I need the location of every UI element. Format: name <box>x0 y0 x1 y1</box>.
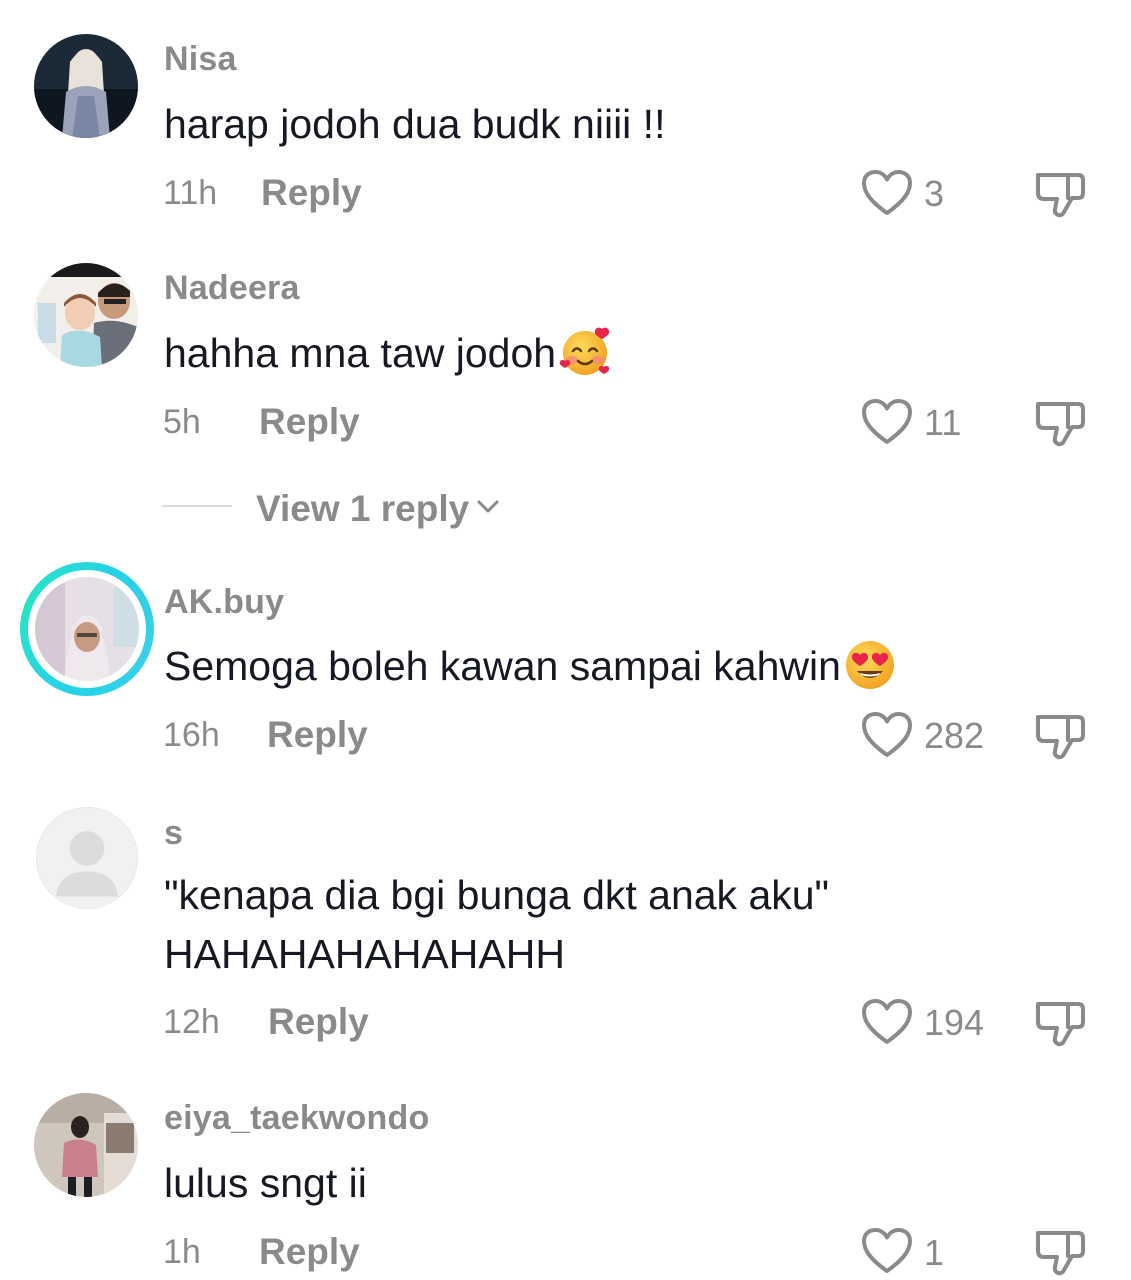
comment-username[interactable]: Nisa <box>164 40 237 79</box>
replies-divider <box>162 505 232 507</box>
comment-time: 1h <box>163 1233 201 1271</box>
comment-text-line1: "kenapa dia bgi bunga dkt anak aku" <box>164 872 830 918</box>
thumbs-down-icon[interactable] <box>1032 1224 1088 1280</box>
heart-outline-icon[interactable] <box>860 397 914 447</box>
avatar[interactable] <box>34 34 138 138</box>
reply-button[interactable]: Reply <box>259 401 360 443</box>
reply-button[interactable]: Reply <box>259 1231 360 1273</box>
view-replies-label: View 1 reply <box>256 488 470 529</box>
comment-text-line2: HAHAHAHAHAHAHH <box>164 931 565 977</box>
comment-username[interactable]: AK.buy <box>164 583 284 622</box>
like-count: 194 <box>924 1002 985 1043</box>
heart-eyes-icon <box>843 638 897 692</box>
comment-text-content: Semoga boleh kawan sampai kahwin <box>164 643 841 689</box>
comment-username[interactable]: s <box>164 814 183 853</box>
comment-time: 12h <box>163 1003 220 1041</box>
heart-outline-icon[interactable] <box>860 168 914 218</box>
story-ring[interactable] <box>20 562 154 696</box>
view-replies-button[interactable]: View 1 reply <box>256 484 501 530</box>
comment-text-content: hahha mna taw jodoh <box>164 330 557 376</box>
chevron-down-icon <box>475 484 501 513</box>
heart-outline-icon[interactable] <box>860 710 914 760</box>
default-avatar[interactable] <box>36 807 138 909</box>
comment-time: 11h <box>163 174 218 212</box>
thumbs-down-icon[interactable] <box>1032 995 1088 1051</box>
comments-list: Nisa harap jodoh dua budk niiii !! 11h R… <box>0 0 1131 1280</box>
heart-outline-icon[interactable] <box>860 997 914 1047</box>
thumbs-down-icon[interactable] <box>1032 708 1088 764</box>
heart-outline-icon[interactable] <box>860 1226 914 1276</box>
reply-button[interactable]: Reply <box>267 714 368 756</box>
smiling-face-with-hearts-icon <box>558 325 612 379</box>
comment-time: 5h <box>163 403 201 441</box>
avatar[interactable] <box>35 577 139 681</box>
avatar[interactable] <box>34 1093 138 1197</box>
thumbs-down-icon[interactable] <box>1032 395 1088 451</box>
comment-username[interactable]: eiya_taekwondo <box>164 1099 429 1138</box>
reply-button[interactable]: Reply <box>268 1001 369 1043</box>
comment-text: Semoga boleh kawan sampai kahwin <box>164 637 897 695</box>
avatar[interactable] <box>34 263 138 367</box>
comment-text: harap jodoh dua budk niiii !! <box>164 101 666 147</box>
reply-button[interactable]: Reply <box>261 172 362 214</box>
like-count: 11 <box>924 402 962 443</box>
like-count: 3 <box>924 173 945 214</box>
thumbs-down-icon[interactable] <box>1032 166 1088 222</box>
comment-text: hahha mna taw jodoh <box>164 324 612 382</box>
like-count: 1 <box>924 1232 945 1273</box>
comment-username[interactable]: Nadeera <box>164 269 300 308</box>
comment-time: 16h <box>163 716 220 754</box>
like-count: 282 <box>924 715 985 756</box>
comment-text: lulus sngt ii <box>164 1160 367 1206</box>
